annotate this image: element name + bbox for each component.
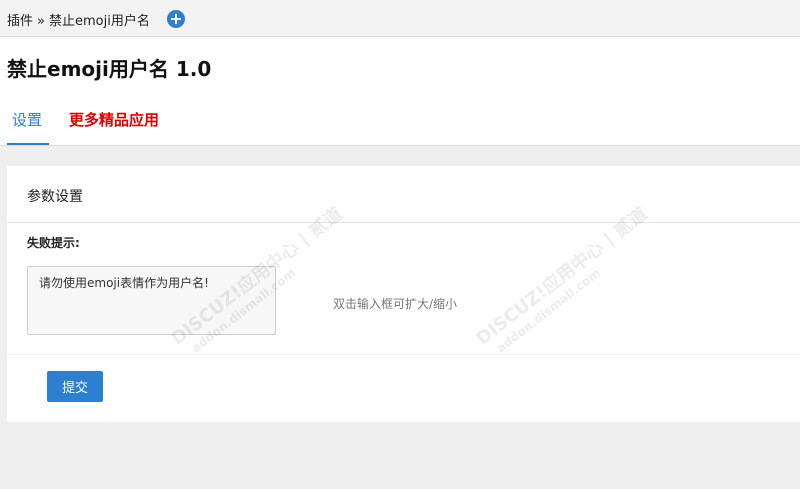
- breadcrumb: 插件 » 禁止emoji用户名: [7, 10, 150, 29]
- panel-header: 参数设置: [7, 166, 800, 223]
- textarea-resize-hint: 双击输入框可扩大/缩小: [333, 297, 458, 311]
- fail-message-label: 失败提示:: [27, 236, 80, 250]
- add-icon[interactable]: +: [167, 10, 185, 28]
- breadcrumb-current[interactable]: 禁止emoji用户名: [49, 14, 150, 29]
- page-title: 禁止emoji用户名 1.0: [7, 57, 212, 81]
- divider: [7, 354, 800, 355]
- active-tab-indicator: [7, 143, 49, 145]
- tab-more-apps[interactable]: 更多精品应用: [69, 109, 159, 130]
- breadcrumb-separator: »: [37, 14, 45, 29]
- top-bar: 插件 » 禁止emoji用户名 +: [0, 0, 800, 37]
- settings-panel: 参数设置 失败提示: 请勿使用emoji表情作为用户名! 双击输入框可扩大/缩小…: [7, 166, 800, 422]
- submit-button[interactable]: 提交: [47, 371, 103, 402]
- panel-title: 参数设置: [27, 189, 83, 205]
- page-header: 禁止emoji用户名 1.0 设置 更多精品应用: [0, 37, 800, 146]
- breadcrumb-root[interactable]: 插件: [7, 14, 33, 29]
- tab-settings[interactable]: 设置: [12, 109, 42, 130]
- fail-message-textarea[interactable]: 请勿使用emoji表情作为用户名!: [27, 266, 276, 335]
